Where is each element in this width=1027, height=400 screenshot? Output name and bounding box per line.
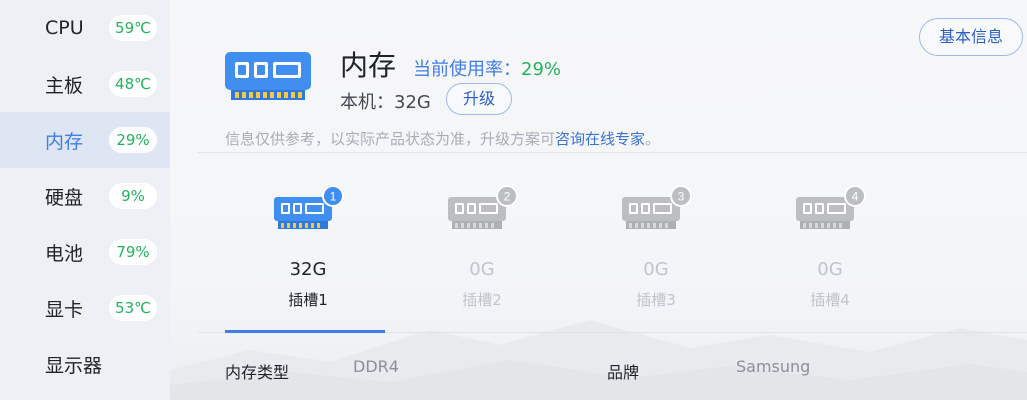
usage-value: 29% <box>521 59 562 80</box>
sidebar-item-gpu[interactable]: 显卡 53℃ <box>0 280 170 336</box>
sidebar-item-label: 电池 <box>45 242 84 265</box>
upgrade-button[interactable]: 升级 <box>446 83 512 115</box>
notice-text: 信息仅供参考，以实际产品状态为准，升级方案可咨询在线专家。 <box>225 128 660 149</box>
local-capacity: 本机：32G <box>340 92 431 113</box>
slot-number: 4 <box>852 190 859 204</box>
slot-name: 插槽4 <box>810 291 850 309</box>
sidebar-item-motherboard[interactable]: 主板 48℃ <box>0 56 170 112</box>
slot-name: 插槽1 <box>288 291 328 309</box>
sidebar-item-label: 内存 <box>45 130 84 153</box>
memory-icon: 1 <box>274 185 344 229</box>
memory-slot-3[interactable]: 3 0G 插槽3 <box>596 185 716 315</box>
status-badge: 48℃ <box>109 71 157 97</box>
slot-size: 0G <box>469 259 495 280</box>
sidebar-item-label: CPU <box>45 17 84 39</box>
divider <box>198 152 1027 153</box>
sidebar-item-label: 硬盘 <box>45 186 84 209</box>
notice-suffix: 。 <box>645 130 661 148</box>
memory-icon <box>225 52 311 100</box>
status-badge: 79% <box>109 239 157 265</box>
sidebar-item-label: 显示器 <box>45 354 103 377</box>
slot-number: 3 <box>678 190 685 204</box>
slot-size: 0G <box>643 259 669 280</box>
main-panel: 基本信息 内存 当前使用率：29% 本机：32G 升级 信息仅供参考，以实际产品… <box>170 0 1027 400</box>
memory-slot-1[interactable]: 1 32G 插槽1 <box>248 185 368 315</box>
slot-number: 1 <box>330 190 337 204</box>
sidebar: CPU 59℃ 主板 48℃ 内存 29% 硬盘 9% 电池 79% 显卡 53… <box>0 0 170 400</box>
memory-icon: 4 <box>796 185 866 229</box>
notice-body: 信息仅供参考，以实际产品状态为准，升级方案可 <box>225 130 556 148</box>
usage-rate: 当前使用率：29% <box>413 55 561 81</box>
status-badge: 9% <box>109 183 157 209</box>
slot-number: 2 <box>504 190 511 204</box>
sidebar-item-label: 主板 <box>45 74 84 97</box>
usage-label: 当前使用率： <box>413 59 521 80</box>
page-title: 内存 <box>340 49 397 82</box>
sidebar-item-battery[interactable]: 电池 79% <box>0 224 170 280</box>
memory-type-label: 内存类型 <box>225 363 290 382</box>
slot-size: 0G <box>817 259 843 280</box>
slot-name: 插槽2 <box>462 291 502 309</box>
basic-info-button[interactable]: 基本信息 <box>919 18 1023 56</box>
slot-name: 插槽3 <box>636 291 676 309</box>
brand-value: Samsung <box>736 357 811 376</box>
sidebar-item-memory[interactable]: 内存 29% <box>0 112 170 168</box>
consult-expert-link[interactable]: 咨询在线专家 <box>555 130 645 148</box>
brand-label: 品牌 <box>607 363 640 382</box>
sidebar-item-disk[interactable]: 硬盘 9% <box>0 168 170 224</box>
status-badge: 59℃ <box>109 15 157 41</box>
memory-slot-2[interactable]: 2 0G 插槽2 <box>422 185 542 315</box>
sidebar-item-cpu[interactable]: CPU 59℃ <box>0 0 170 56</box>
memory-icon: 3 <box>622 185 692 229</box>
status-badge: 29% <box>109 127 157 153</box>
sidebar-item-label: 显卡 <box>45 298 84 321</box>
slot-size: 32G <box>289 259 327 280</box>
memory-type-value: DDR4 <box>353 357 399 376</box>
memory-icon: 2 <box>448 185 518 229</box>
sidebar-item-display[interactable]: 显示器 <box>0 336 170 392</box>
status-badge: 53℃ <box>109 295 157 321</box>
slot-tab-indicator <box>225 330 385 333</box>
memory-slot-4[interactable]: 4 0G 插槽4 <box>770 185 890 315</box>
